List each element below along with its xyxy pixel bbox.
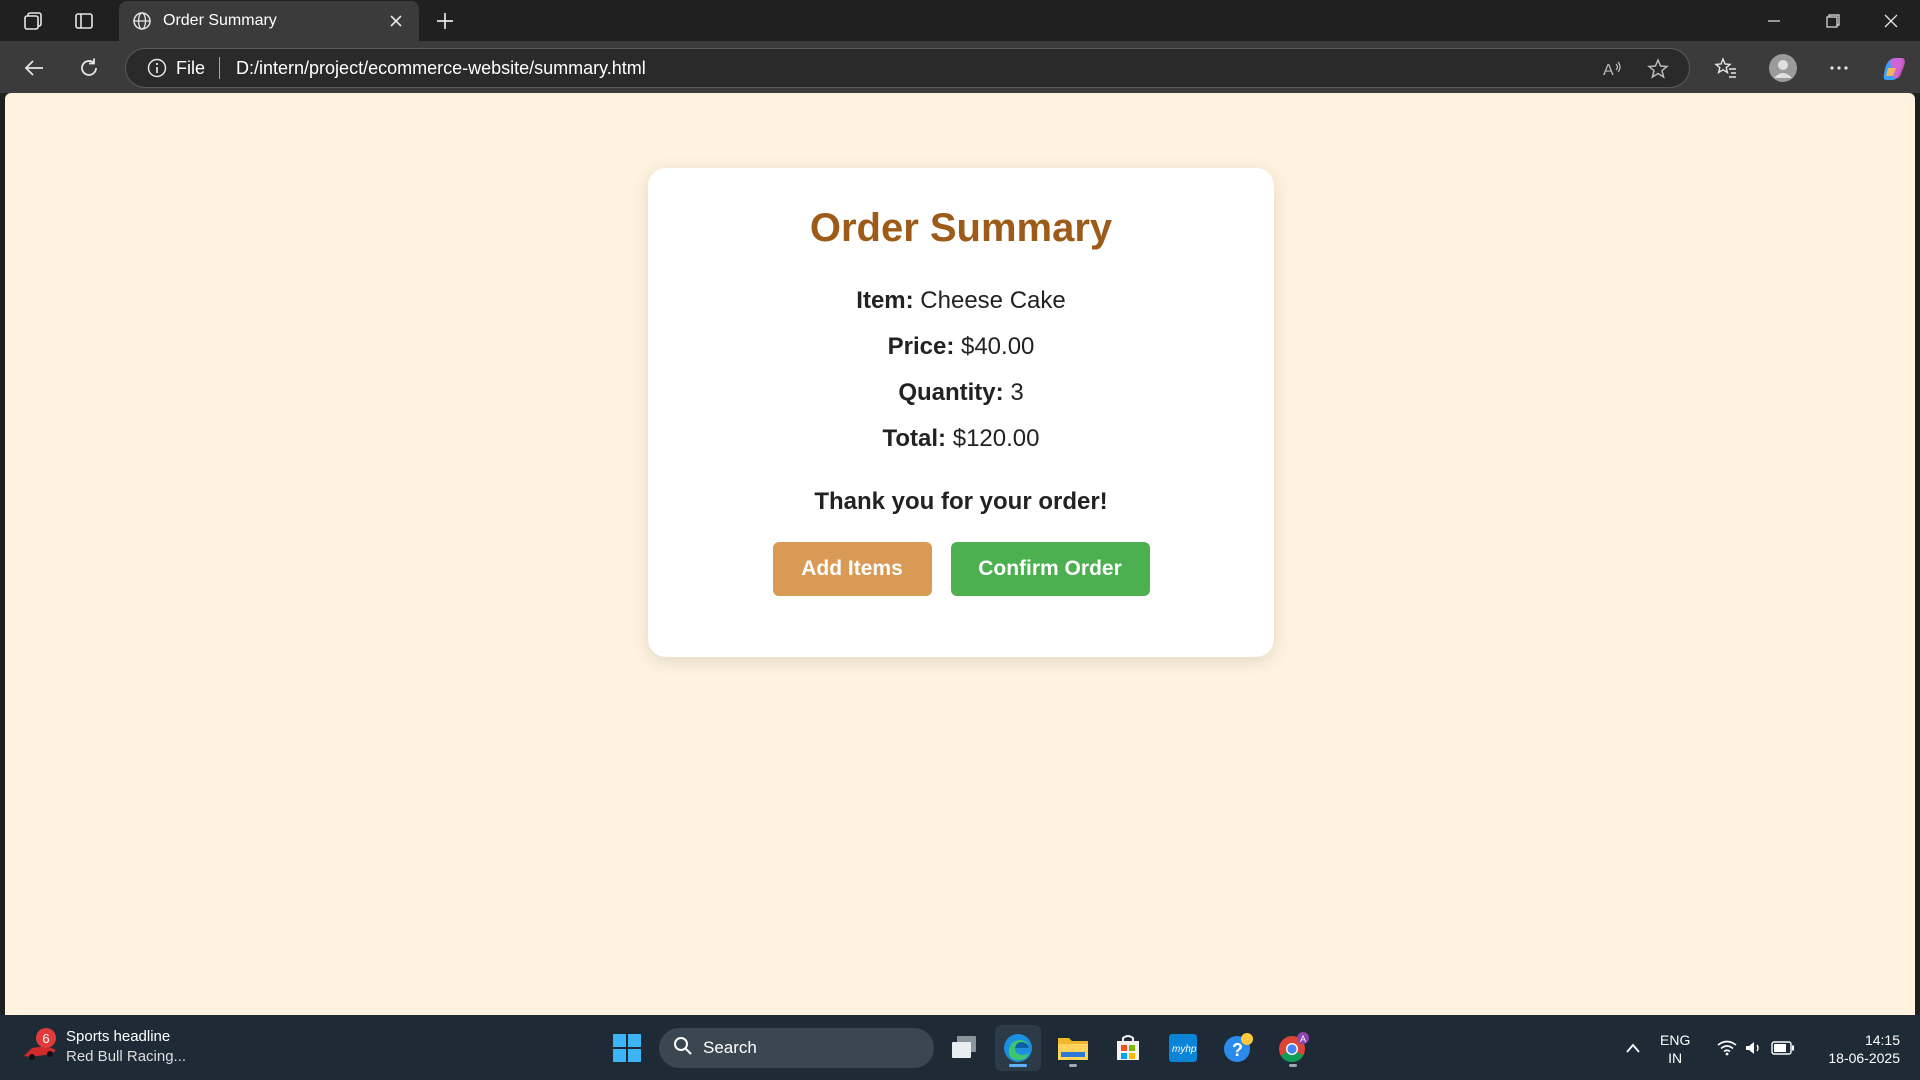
order-actions: Add Items Confirm Order	[648, 542, 1274, 596]
svg-text:A: A	[1300, 1034, 1306, 1044]
quantity-value: 3	[1010, 379, 1024, 406]
close-window-button[interactable]	[1862, 0, 1920, 41]
add-items-button[interactable]: Add Items	[772, 542, 932, 596]
explorer-running-indicator	[1069, 1064, 1077, 1067]
item-label: Item:	[856, 287, 914, 314]
svg-text:?: ?	[1232, 1040, 1243, 1060]
globe-icon	[131, 10, 153, 32]
show-hidden-icons-chevron-icon[interactable]	[1618, 1015, 1648, 1080]
total-value: $120.00	[952, 425, 1040, 452]
edge-taskbar-icon[interactable]	[995, 1025, 1041, 1071]
browser-titlebar: Order Summary	[0, 0, 1920, 41]
address-divider	[219, 57, 221, 79]
close-tab-icon[interactable]	[385, 10, 407, 32]
site-info-icon[interactable]	[146, 57, 168, 79]
workspaces-icon[interactable]	[20, 8, 46, 34]
tab-actions-icon[interactable]	[71, 8, 97, 34]
task-view-icon[interactable]	[941, 1025, 987, 1071]
thank-you-message: Thank you for your order!	[814, 488, 1108, 515]
read-aloud-icon[interactable]: A	[1596, 53, 1628, 85]
more-options-icon[interactable]	[1823, 52, 1855, 84]
windows-taskbar: 6 Sports headline Red Bull Racing... Sea…	[0, 1015, 1920, 1080]
address-bar[interactable]: File D:/intern/project/ecommerce-website…	[125, 48, 1690, 88]
news-title: Sports headline	[66, 1028, 171, 1045]
quantity-label: Quantity:	[898, 379, 1004, 406]
system-clock[interactable]: 14:15 18-06-2025	[1810, 1031, 1900, 1067]
news-badge: 6	[36, 1028, 56, 1048]
clock-time: 14:15	[1864, 1032, 1900, 1048]
svg-text:A: A	[1603, 62, 1614, 79]
start-button[interactable]	[604, 1025, 650, 1071]
taskbar-search[interactable]: Search	[659, 1028, 934, 1068]
chrome-icon[interactable]: A	[1270, 1025, 1316, 1071]
new-tab-button[interactable]	[430, 7, 460, 35]
language-region: IN	[1668, 1050, 1683, 1066]
language-indicator[interactable]: ENG IN	[1660, 1031, 1690, 1067]
total-label: Total:	[882, 425, 947, 452]
tab-order-summary[interactable]: Order Summary	[119, 1, 419, 41]
order-summary-card: Order Summary Item: Cheese Cake Price: $…	[648, 168, 1274, 657]
language-code: ENG	[1660, 1032, 1691, 1048]
race-car-icon: 6	[22, 1028, 58, 1062]
browser-toolbar: File D:/intern/project/ecommerce-website…	[0, 41, 1920, 93]
page-viewport: Order Summary Item: Cheese Cake Price: $…	[5, 93, 1915, 1015]
clock-date: 18-06-2025	[1828, 1050, 1900, 1066]
svg-text:myhp: myhp	[1172, 1044, 1197, 1055]
file-explorer-icon[interactable]	[1050, 1025, 1096, 1071]
get-help-icon[interactable]: ?	[1215, 1025, 1261, 1071]
volume-icon[interactable]	[1742, 1015, 1766, 1080]
myhp-icon[interactable]: myhp	[1160, 1025, 1206, 1071]
address-scheme-label: File	[176, 57, 206, 78]
wifi-icon[interactable]	[1715, 1015, 1739, 1080]
order-summary-heading: Order Summary	[809, 206, 1113, 250]
profile-avatar[interactable]	[1767, 52, 1799, 84]
favorite-star-icon[interactable]	[1642, 53, 1674, 85]
refresh-button[interactable]	[73, 52, 105, 84]
address-url[interactable]: D:/intern/project/ecommerce-website/summ…	[236, 58, 646, 79]
restore-button[interactable]	[1804, 0, 1862, 41]
price-row: Price: $40.00	[648, 333, 1274, 361]
item-value: Cheese Cake	[920, 287, 1066, 314]
quantity-row: Quantity: 3	[648, 379, 1274, 407]
back-button[interactable]	[18, 52, 50, 84]
news-subtitle: Red Bull Racing...	[66, 1048, 187, 1065]
edge-running-indicator	[1009, 1064, 1027, 1067]
tab-title: Order Summary	[163, 12, 277, 29]
price-value: $40.00	[960, 333, 1035, 360]
copilot-icon[interactable]	[1878, 52, 1910, 84]
price-label: Price:	[887, 333, 955, 360]
favorites-icon[interactable]	[1710, 52, 1742, 84]
battery-icon[interactable]	[1769, 1015, 1797, 1080]
chrome-running-indicator	[1289, 1064, 1297, 1067]
news-widget[interactable]: 6 Sports headline Red Bull Racing...	[22, 1027, 186, 1067]
minimize-button[interactable]	[1745, 0, 1803, 41]
microsoft-store-icon[interactable]	[1105, 1025, 1151, 1071]
search-placeholder: Search	[703, 1038, 757, 1057]
total-row: Total: $120.00	[648, 425, 1274, 453]
item-row: Item: Cheese Cake	[648, 287, 1274, 315]
confirm-order-button[interactable]: Confirm Order	[950, 542, 1150, 596]
search-icon	[673, 1036, 693, 1061]
